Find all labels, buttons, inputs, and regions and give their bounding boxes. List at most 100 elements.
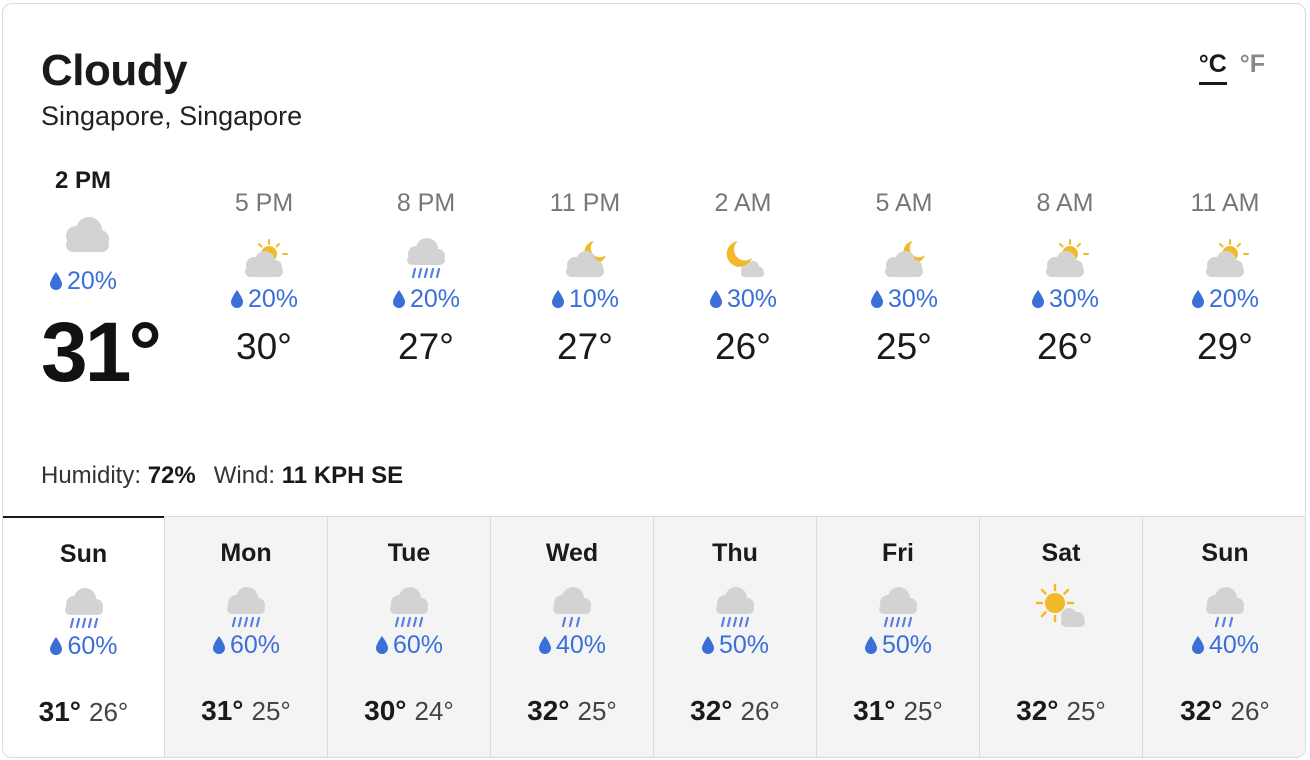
day-tab-sat[interactable]: Sat 32° 25° [979,517,1142,757]
hour-temperature: 27° [557,326,613,367]
day-low: 26° [89,696,129,727]
day-temps: 31° 26° [3,696,164,728]
humidity-value: 72% [147,462,196,489]
day-high: 32° [1180,695,1223,726]
hour-precip-value: 20% [409,285,461,313]
day-temps: 30° 24° [328,695,490,727]
daily-forecast: Sun 60% 31° 26° Mon 60% 31° 25° Tue 60% 30… [3,515,1305,757]
hour-time: 11 AM [1190,189,1260,217]
rain-icon [401,237,451,279]
mostly-sunny-icon [1035,583,1085,627]
day-precip [980,633,1142,663]
light-rain-icon [1200,585,1250,629]
day-name: Mon [220,539,272,567]
hour-precip-value: 20% [247,285,299,313]
partly-cloudy-night-icon [879,237,929,279]
day-precip: 50% [817,631,979,661]
hour-temperature: 25° [876,326,932,367]
raindrop-icon [212,636,225,654]
raindrop-icon [870,290,883,308]
hour-precip-value: 30% [1048,285,1100,313]
hour-precip-value: 30% [726,285,778,313]
hour-time: 2 AM [714,189,772,217]
hour-time: 8 AM [1036,189,1094,217]
mostly-clear-night-icon [718,237,768,279]
hour-item[interactable]: 8 PM 20% 27° [356,189,496,368]
raindrop-icon [1031,290,1044,308]
day-high: 31° [201,695,244,726]
hour-time: 5 AM [875,189,933,217]
day-tab-sun-next[interactable]: Sun 40% 32° 26° [1142,517,1305,757]
day-name: Tue [387,539,431,567]
raindrop-icon [538,636,551,654]
hour-item[interactable]: 2 AM 30% 26° [673,189,813,368]
day-tab-wed[interactable]: Wed 40% 32° 25° [490,517,653,757]
hour-item[interactable]: 11 AM 20% 29° [1155,189,1295,368]
hour-item[interactable]: 5 AM 30% 25° [834,189,974,368]
hour-temperature: 27° [398,326,454,367]
day-temps: 31° 25° [165,695,327,727]
weather-details: Humidity: 72% Wind: 11 KPH SE [41,462,403,490]
rain-icon [221,585,271,629]
hour-temperature: 26° [715,326,771,367]
hour-time: 11 PM [549,189,621,217]
light-rain-icon [547,585,597,629]
day-precip-value: 60% [392,631,444,659]
day-precip-value: 60% [229,631,281,659]
rain-icon [873,585,923,629]
hour-item[interactable]: 8 AM 30% 26° [995,189,1135,368]
hour-temperature: 26° [1037,326,1093,367]
rain-icon [384,585,434,629]
hour-time: 5 PM [234,189,294,217]
day-low: 24° [414,696,454,726]
current-precip: 20% [49,267,117,296]
day-tab-sun[interactable]: Sun 60% 31° 26° [3,515,164,757]
hour-precip: 30% [673,285,813,314]
weather-card: Cloudy Singapore, Singapore °C °F 2 PM 2… [2,3,1306,758]
day-tab-tue[interactable]: Tue 60% 30° 24° [327,517,490,757]
day-precip: 50% [654,631,816,661]
rain-icon [59,586,109,630]
day-low: 26° [740,696,780,726]
day-temps: 32° 25° [491,695,653,727]
partly-sunny-icon [239,237,289,279]
fahrenheit-toggle[interactable]: °F [1240,50,1265,78]
raindrop-icon [709,290,722,308]
day-name: Sun [59,539,108,568]
raindrop-icon [50,636,63,655]
hour-item[interactable]: 11 PM 10% 27° [515,189,655,368]
partly-cloudy-night-icon [560,237,610,279]
day-precip-value: 40% [555,631,607,659]
hour-precip: 30% [834,285,974,314]
partly-sunny-icon [1040,237,1090,279]
hour-item[interactable]: 5 PM 20% 30° [194,189,334,368]
celsius-toggle[interactable]: °C [1198,50,1227,85]
raindrop-icon [230,290,243,308]
day-tab-fri[interactable]: Fri 50% 31° 25° [816,517,979,757]
day-name: Fri [882,539,914,567]
hour-temperature: 30° [236,326,292,367]
day-temps: 32° 26° [654,695,816,727]
wind-label: Wind: [213,462,276,489]
humidity-label: Humidity: [41,462,142,489]
hour-precip-value: 30% [887,285,939,313]
day-low: 26° [1230,696,1270,726]
raindrop-icon [701,636,714,654]
day-name: Sat [1041,539,1081,567]
hour-time: 8 PM [396,189,456,217]
hour-temperature: 29° [1197,326,1253,367]
hour-precip-value: 20% [1208,285,1260,313]
day-low: 25° [577,696,617,726]
hour-precip-value: 10% [568,285,620,313]
day-tab-thu[interactable]: Thu 50% 32° 26° [653,517,816,757]
day-tab-mon[interactable]: Mon 60% 31° 25° [164,517,327,757]
partly-sunny-icon [1200,237,1250,279]
unit-toggle: °C °F [1198,50,1265,85]
day-precip-value: 50% [881,631,933,659]
day-low: 25° [903,696,943,726]
wind-value: 11 KPH SE [281,462,404,489]
day-low: 25° [1066,696,1106,726]
day-name: Sun [1201,539,1249,567]
hour-precip: 20% [1155,285,1295,314]
day-name: Thu [712,539,758,567]
